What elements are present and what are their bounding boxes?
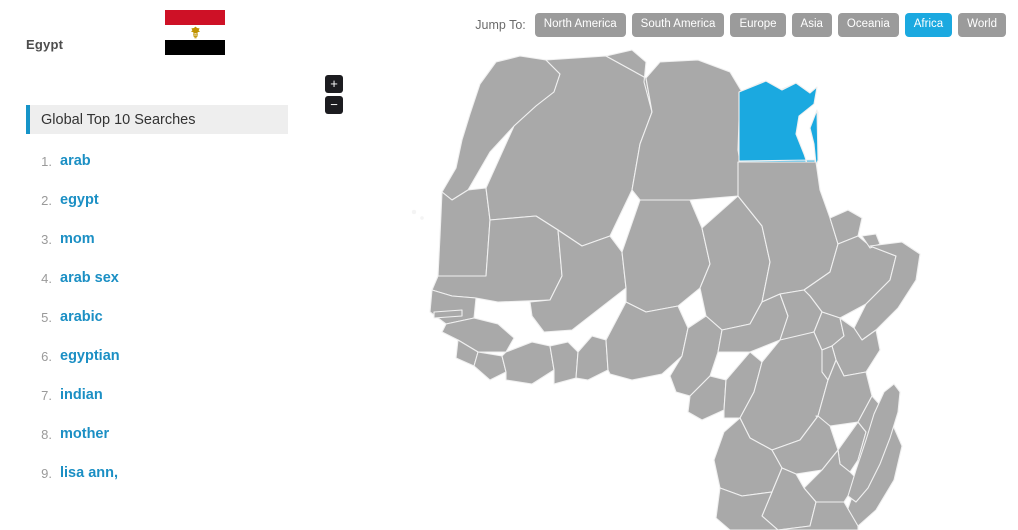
search-term-link[interactable]: egypt bbox=[60, 191, 99, 209]
search-term-link[interactable]: arab bbox=[60, 152, 91, 170]
list-item[interactable]: 3. mom bbox=[26, 230, 288, 269]
map-islet-cape-verde-2 bbox=[420, 216, 424, 220]
jump-button-world[interactable]: World bbox=[958, 13, 1006, 37]
jump-to-label: Jump To: bbox=[475, 18, 526, 32]
searches-title-bar: Global Top 10 Searches bbox=[26, 105, 288, 134]
map-country-guinea[interactable] bbox=[441, 317, 515, 353]
africa-map[interactable] bbox=[310, 40, 1018, 530]
jump-to-nav: Jump To: North America South America Eur… bbox=[475, 13, 1006, 37]
list-item[interactable]: 9. lisa ann, bbox=[26, 464, 288, 503]
searches-list: 1. arab 2. egypt 3. mom 4. arab sex 5. a… bbox=[26, 152, 288, 503]
map-islet-cape-verde bbox=[411, 209, 417, 215]
jump-button-africa[interactable]: Africa bbox=[904, 13, 953, 37]
search-rank: 4. bbox=[41, 271, 52, 286]
search-rank: 1. bbox=[41, 154, 52, 169]
map-country-ghana[interactable] bbox=[549, 341, 579, 385]
search-term-link[interactable]: indian bbox=[60, 386, 103, 404]
map-country-libya[interactable] bbox=[631, 59, 743, 201]
list-item[interactable]: 4. arab sex bbox=[26, 269, 288, 308]
search-term-link[interactable]: mother bbox=[60, 425, 109, 443]
map-country-gambia[interactable] bbox=[433, 309, 463, 319]
list-item[interactable]: 6. egyptian bbox=[26, 347, 288, 386]
searches-title: Global Top 10 Searches bbox=[41, 111, 196, 128]
search-rank: 5. bbox=[41, 310, 52, 325]
flag-stripe-red bbox=[165, 10, 225, 25]
search-rank: 2. bbox=[41, 193, 52, 208]
list-item[interactable]: 7. indian bbox=[26, 386, 288, 425]
jump-button-oceania[interactable]: Oceania bbox=[837, 13, 899, 37]
map-country-ivory-coast[interactable] bbox=[501, 341, 555, 385]
list-item[interactable]: 8. mother bbox=[26, 425, 288, 464]
search-rank: 8. bbox=[41, 427, 52, 442]
search-term-link[interactable]: arab sex bbox=[60, 269, 119, 287]
search-rank: 7. bbox=[41, 388, 52, 403]
jump-button-south-america[interactable]: South America bbox=[631, 13, 725, 37]
map-country-liberia[interactable] bbox=[473, 351, 507, 381]
left-panel: Egypt Global Top 10 Searches 1. arab 2. … bbox=[0, 0, 310, 530]
global-top-searches-panel: Global Top 10 Searches 1. arab 2. egypt … bbox=[26, 105, 288, 485]
jump-button-north-america[interactable]: North America bbox=[534, 13, 626, 37]
search-term-link[interactable]: arabic bbox=[60, 308, 103, 326]
search-rank: 3. bbox=[41, 232, 52, 247]
flag-stripe-black bbox=[165, 40, 225, 55]
search-rank: 9. bbox=[41, 466, 52, 481]
jump-button-europe[interactable]: Europe bbox=[730, 13, 786, 37]
search-term-link[interactable]: lisa ann, bbox=[60, 464, 118, 482]
map-country-niger[interactable] bbox=[621, 199, 711, 313]
search-term-link[interactable]: mom bbox=[60, 230, 95, 248]
country-name-label: Egypt bbox=[26, 37, 64, 52]
jump-button-asia[interactable]: Asia bbox=[791, 13, 832, 37]
top-searches-map-page: Egypt Global Top 10 Searches 1. arab 2. … bbox=[0, 0, 1018, 530]
search-term-link[interactable]: egyptian bbox=[60, 347, 120, 365]
egypt-flag-icon bbox=[165, 10, 225, 55]
country-header: Egypt bbox=[0, 0, 310, 80]
map-country-togo-benin[interactable] bbox=[575, 335, 609, 381]
list-item[interactable]: 5. arabic bbox=[26, 308, 288, 347]
eagle-of-saladin-icon bbox=[190, 26, 201, 39]
map-country-western-sahara[interactable] bbox=[437, 187, 491, 277]
search-rank: 6. bbox=[41, 349, 52, 364]
list-item[interactable]: 2. egypt bbox=[26, 191, 288, 230]
list-item[interactable]: 1. arab bbox=[26, 152, 288, 191]
